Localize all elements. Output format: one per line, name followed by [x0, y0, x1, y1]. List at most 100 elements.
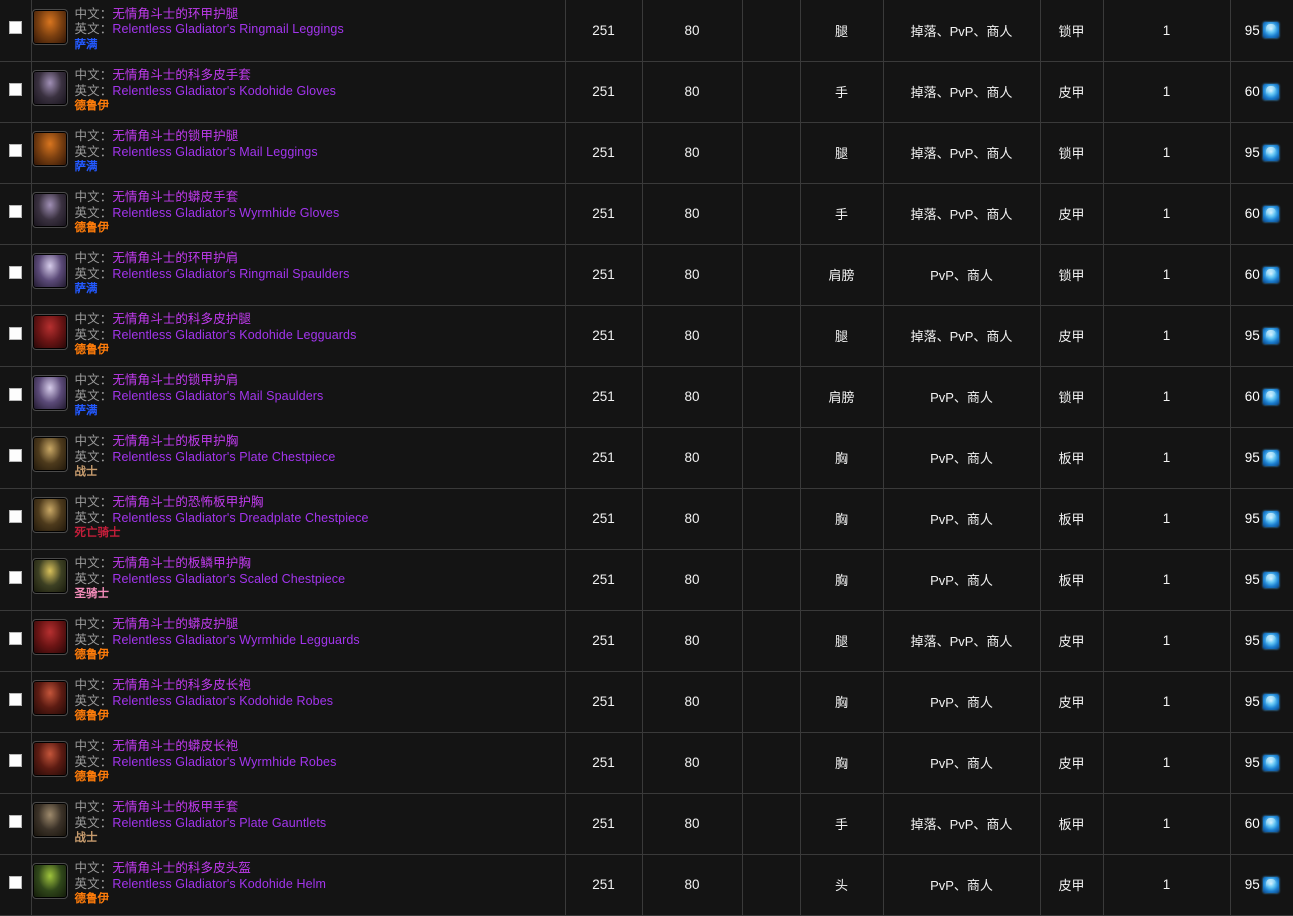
row-select-cell[interactable] [0, 548, 32, 611]
row-select-cell[interactable] [0, 121, 32, 184]
row-select-cell[interactable] [0, 426, 32, 489]
table-row[interactable]: 中文：无情角斗士的蟒皮长袍 英文：Relentless Gladiator's W… [0, 731, 1293, 794]
wyrmhide-legguards-icon[interactable] [31, 619, 68, 656]
checkbox-icon[interactable] [8, 448, 22, 462]
table-row[interactable]: 中文：无情角斗士的板鳞甲护胸 英文：Relentless Gladiator's … [0, 548, 1293, 611]
item-class-label: 萨满 [74, 161, 98, 174]
item-name-en[interactable]: Relentless Gladiator's Kodohide Helm [112, 877, 326, 891]
item-name-cn[interactable]: 无情角斗士的科多皮头盔 [112, 861, 251, 875]
item-name-cn[interactable]: 无情角斗士的科多皮护腿 [112, 312, 251, 326]
en-label: 英文： [74, 876, 113, 891]
row-select-cell[interactable] [0, 792, 32, 855]
kodohide-legguards-icon[interactable] [31, 314, 68, 351]
checkbox-icon[interactable] [8, 143, 22, 157]
table-row[interactable]: 中文：无情角斗士的科多皮护腿 英文：Relentless Gladiator's … [0, 304, 1293, 367]
table-row[interactable]: 中文：无情角斗士的蟒皮手套 英文：Relentless Gladiator's W… [0, 182, 1293, 245]
ringmail-leggings-icon[interactable] [31, 9, 68, 46]
table-row[interactable]: 中文：无情角斗士的环甲护肩 英文：Relentless Gladiator's R… [0, 243, 1293, 306]
plate-chestpiece-icon[interactable] [31, 436, 68, 473]
checkbox-icon[interactable] [8, 753, 22, 767]
item-name-cn[interactable]: 无情角斗士的板甲手套 [112, 800, 238, 814]
slot-cell: 胸 [799, 548, 884, 611]
checkbox-icon[interactable] [8, 326, 22, 340]
dreadplate-chestpiece-icon[interactable] [31, 497, 68, 534]
checkbox-icon[interactable] [8, 204, 22, 218]
item-name-cn[interactable]: 无情角斗士的锁甲护腿 [112, 129, 238, 143]
mail-spaulders-icon[interactable] [31, 375, 68, 412]
item-name-cn[interactable]: 无情角斗士的板鳞甲护胸 [112, 556, 251, 570]
item-name-en[interactable]: Relentless Gladiator's Kodohide Gloves [112, 84, 336, 98]
plate-gauntlets-icon[interactable] [31, 802, 68, 839]
table-row[interactable]: 中文：无情角斗士的板甲护胸 英文：Relentless Gladiator's P… [0, 426, 1293, 489]
item-class-label: 萨满 [74, 283, 98, 296]
wyrmhide-gloves-icon[interactable] [31, 192, 68, 229]
item-name-cn[interactable]: 无情角斗士的科多皮长袍 [112, 678, 251, 692]
checkbox-icon[interactable] [8, 509, 22, 523]
item-name-en[interactable]: Relentless Gladiator's Plate Gauntlets [112, 816, 326, 830]
item-name-en[interactable]: Relentless Gladiator's Dreadplate Chestp… [112, 511, 368, 525]
item-class-label: 德鲁伊 [74, 344, 110, 357]
item-name-cn[interactable]: 无情角斗士的环甲护肩 [112, 251, 238, 265]
item-name-en[interactable]: Relentless Gladiator's Ringmail Spaulder… [112, 267, 349, 281]
row-select-cell[interactable] [0, 304, 32, 367]
table-row[interactable]: 中文：无情角斗士的蟒皮护腿 英文：Relentless Gladiator's W… [0, 609, 1293, 672]
table-row[interactable]: 中文：无情角斗士的环甲护腿 英文：Relentless Gladiator's R… [0, 0, 1293, 62]
kodohide-gloves-icon[interactable] [31, 70, 68, 107]
item-name-en[interactable]: Relentless Gladiator's Ringmail Leggings [112, 22, 344, 36]
item-name-en[interactable]: Relentless Gladiator's Scaled Chestpiece [112, 572, 345, 586]
row-select-cell[interactable] [0, 60, 32, 123]
wyrmhide-robes-icon[interactable] [31, 741, 68, 778]
item-name-en[interactable]: Relentless Gladiator's Mail Leggings [112, 145, 317, 159]
item-name-cn[interactable]: 无情角斗士的蟒皮手套 [112, 190, 238, 204]
slot-cell: 胸 [799, 731, 884, 794]
cn-label: 中文： [74, 129, 113, 144]
item-name-en[interactable]: Relentless Gladiator's Kodohide Robes [112, 694, 333, 708]
checkbox-icon[interactable] [8, 265, 22, 279]
table-row[interactable]: 中文：无情角斗士的锁甲护肩 英文：Relentless Gladiator's M… [0, 365, 1293, 428]
checkbox-icon[interactable] [8, 814, 22, 828]
checkbox-icon[interactable] [8, 570, 22, 584]
checkbox-icon[interactable] [8, 82, 22, 96]
kodohide-helm-icon[interactable] [31, 863, 68, 900]
table-row[interactable]: 中文：无情角斗士的锁甲护腿英文：Relentless Gladiator's M… [0, 121, 1293, 184]
item-name-en[interactable]: Relentless Gladiator's Plate Chestpiece [112, 450, 335, 464]
row-select-cell[interactable] [0, 243, 32, 306]
item-name-cn[interactable]: 无情角斗士的锁甲护肩 [112, 373, 238, 387]
checkbox-icon[interactable] [8, 692, 22, 706]
table-row[interactable]: 中文：无情角斗士的科多皮长袍 英文：Relentless Gladiator's … [0, 670, 1293, 733]
checkbox-icon[interactable] [8, 875, 22, 889]
item-name-cn[interactable]: 无情角斗士的科多皮手套 [112, 68, 251, 82]
row-select-cell[interactable] [0, 365, 32, 428]
row-select-cell[interactable] [0, 487, 32, 550]
item-name-cn[interactable]: 无情角斗士的蟒皮长袍 [112, 739, 238, 753]
row-select-cell[interactable] [0, 853, 32, 916]
table-row[interactable]: 中文：无情角斗士的板甲手套 英文：Relentless Gladiator's P… [0, 792, 1293, 855]
table-row[interactable]: 中文：无情角斗士的科多皮头盔 英文：Relentless Gladiator's … [0, 853, 1293, 916]
row-select-cell[interactable] [0, 182, 32, 245]
item-name-en[interactable]: Relentless Gladiator's Wyrmhide Robes [112, 755, 336, 769]
checkbox-icon[interactable] [8, 21, 22, 35]
mail-leggings-icon[interactable] [31, 131, 68, 168]
item-name-en[interactable]: Relentless Gladiator's Wyrmhide Gloves [112, 206, 339, 220]
row-select-cell[interactable] [0, 670, 32, 733]
scaled-chestpiece-icon[interactable] [31, 558, 68, 595]
item-name-cn[interactable]: 无情角斗士的环甲护腿 [112, 7, 238, 21]
item-name-en-line: 英文：Relentless Gladiator's Mail Leggings [75, 145, 318, 160]
item-name-cn[interactable]: 无情角斗士的蟒皮护腿 [112, 617, 238, 631]
kodohide-robes-icon[interactable] [31, 680, 68, 717]
item-name-cn[interactable]: 无情角斗士的恐怖板甲护胸 [112, 495, 263, 509]
item-name-en[interactable]: Relentless Gladiator's Wyrmhide Legguard… [112, 633, 359, 647]
checkbox-icon[interactable] [8, 631, 22, 645]
checkbox-icon[interactable] [8, 387, 22, 401]
item-list-table: 中文： 无情角斗士的环甲护腿英文： Relentless Gladiator's R… [0, 0, 1293, 916]
row-select-cell[interactable] [0, 731, 32, 794]
ringmail-spaulders-icon[interactable] [31, 253, 68, 290]
item-name-en[interactable]: Relentless Gladiator's Mail Spaulders [112, 389, 323, 403]
item-name-en[interactable]: Relentless Gladiator's Kodohide Legguard… [112, 328, 356, 342]
row-select-cell[interactable] [0, 609, 32, 672]
item-name-cn[interactable]: 无情角斗士的板甲护胸 [112, 434, 238, 448]
count-cell: 1 [1102, 304, 1231, 367]
table-row[interactable]: 中文：无情角斗士的科多皮手套 英文：Relentless Gladiator's … [0, 60, 1293, 123]
table-row[interactable]: 中文：无情角斗士的恐怖板甲护胸 英文：Relentless Gladiator's… [0, 487, 1293, 550]
row-select-cell[interactable] [0, 0, 32, 62]
